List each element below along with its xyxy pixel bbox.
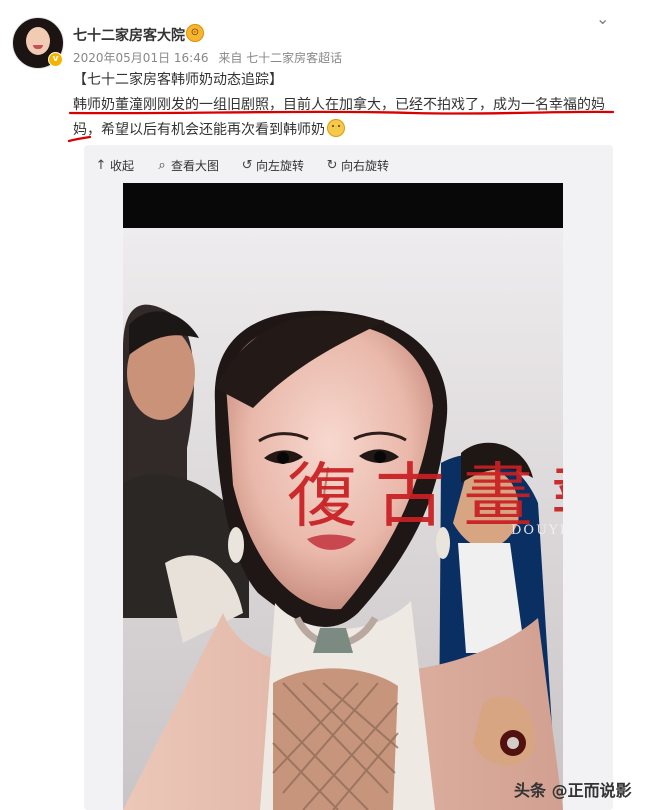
collapse-button[interactable]: ↑ 收起: [94, 157, 134, 174]
user-name[interactable]: 七十二家房客大院: [73, 25, 185, 45]
up-arrow-icon: ↑: [95, 157, 107, 173]
post-date[interactable]: 2020年05月01日 16:46: [73, 51, 208, 65]
chevron-down-icon[interactable]: ⌄: [596, 11, 614, 27]
post-body-line-2: 妈，希望以后有机会还能再次看到韩师奶: [73, 122, 325, 138]
post-source[interactable]: 来自 七十二家房客超话: [218, 51, 342, 65]
smile-emoji-icon: [327, 119, 345, 137]
media-toolbar: ↑ 收起 ⌕ 查看大图 ↺ 向左旋转 ↻ 向右旋转: [94, 156, 390, 174]
post-body: 韩师奶董潼刚刚发的一组旧剧照，目前人在加拿大，已经不拍戏了，成为一名幸福的妈 妈…: [73, 93, 618, 143]
view-large-button[interactable]: ⌕ 查看大图: [155, 157, 219, 174]
source-watermark: 头条 @正而说影: [514, 781, 632, 800]
rotate-right-icon: ↻: [326, 157, 338, 173]
post-image[interactable]: 復古畫報 DOUYIN VINTAGE: [123, 183, 563, 810]
rotate-left-label: 向左旋转: [256, 158, 305, 173]
avatar-face: [26, 27, 50, 55]
post-body-line-1: 韩师奶董潼刚刚发的一组旧剧照，目前人在加拿大，已经不拍戏了，成为一名幸福的妈: [73, 97, 605, 113]
rotate-left-button[interactable]: ↺ 向左旋转: [240, 157, 304, 174]
rotate-right-button[interactable]: ↻ 向右旋转: [325, 157, 389, 174]
post-meta: 2020年05月01日 16:46 来自 七十二家房客超话: [73, 49, 342, 66]
photo-subtitle-text: DOUYIN VINTAGE: [511, 523, 563, 538]
post-body-line-2-wrap: 妈，希望以后有机会还能再次看到韩师奶: [73, 118, 618, 143]
rotate-right-label: 向右旋转: [341, 158, 390, 173]
verified-badge-icon: v: [48, 52, 63, 67]
rotate-left-icon: ↺: [241, 157, 253, 173]
post-title: 【七十二家房客韩师奶动态追踪】: [73, 72, 283, 88]
member-badge-icon: ⊙: [186, 24, 204, 42]
view-large-label: 查看大图: [171, 158, 220, 173]
collapse-label: 收起: [110, 158, 135, 173]
search-icon: ⌕: [158, 157, 166, 173]
